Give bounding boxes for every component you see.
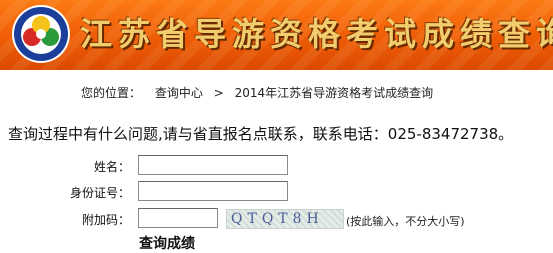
query-score-button[interactable]: 查询成绩 [139, 233, 195, 253]
name-input[interactable] [138, 155, 288, 175]
captcha-image[interactable]: QTQT8H [226, 209, 344, 229]
breadcrumb-separator: > [213, 86, 224, 100]
captcha-input[interactable] [138, 208, 218, 228]
breadcrumb-link-query-center[interactable]: 查询中心 [155, 86, 203, 100]
id-row: 身份证号： [0, 181, 553, 203]
name-row: 姓名： [0, 155, 553, 177]
site-title: 江苏省导游资格考试成绩查询 [80, 15, 553, 53]
breadcrumb: 您的位置： 查询中心 > 2014年江苏省导游资格考试成绩查询 [81, 84, 433, 101]
site-header: 江苏省导游资格考试成绩查询 [0, 0, 553, 70]
contact-notice: 查询过程中有什么问题,请与省直报名点联系，联系电话：025-83472738。 [8, 125, 514, 143]
captcha-label: 附加码： [81, 213, 130, 227]
captcha-hint: (按此输入，不分大小写) [346, 215, 465, 228]
id-number-input[interactable] [138, 181, 288, 201]
breadcrumb-current-page: 2014年江苏省导游资格考试成绩查询 [234, 86, 434, 100]
name-label: 姓名： [93, 160, 130, 174]
breadcrumb-label: 您的位置： [81, 86, 142, 100]
id-number-label: 身份证号： [69, 186, 130, 200]
provincial-logo-icon [12, 5, 70, 63]
